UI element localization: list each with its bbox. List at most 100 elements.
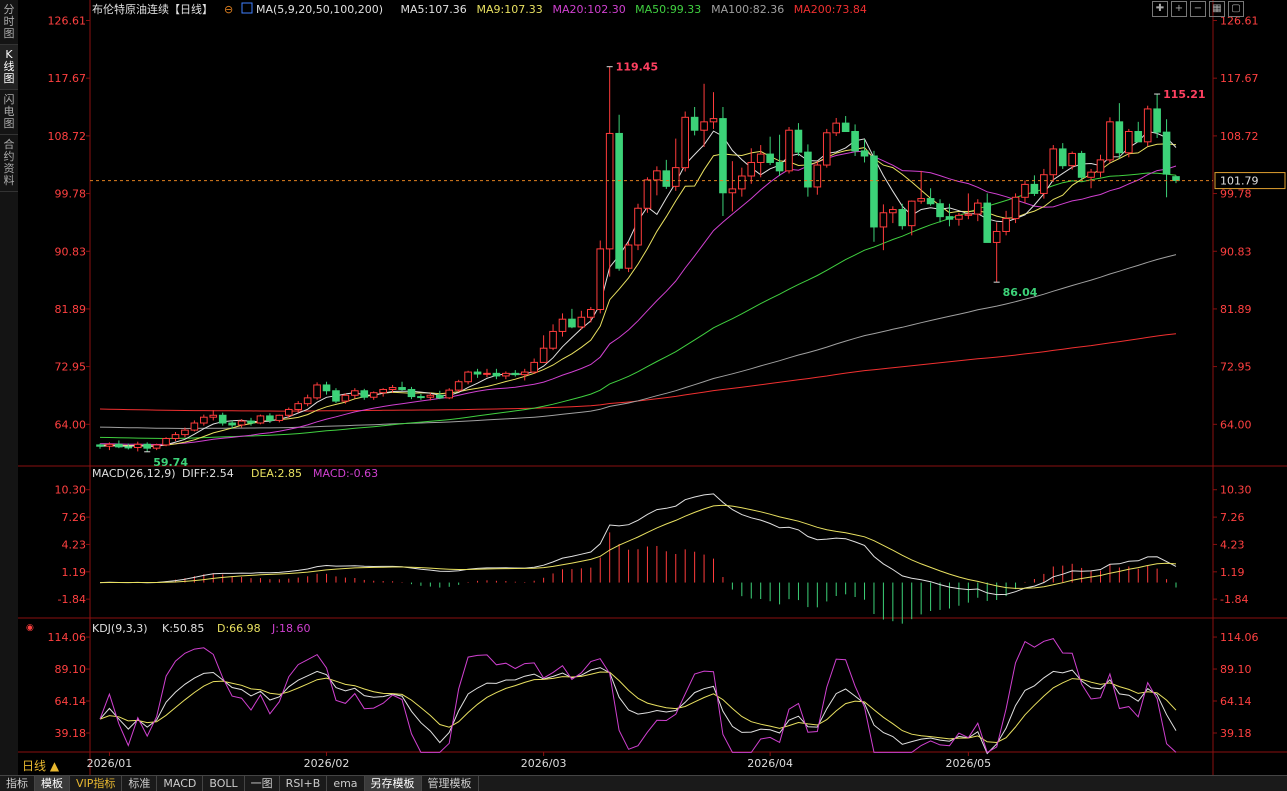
candle-body [445, 389, 454, 399]
tab-manage-templates[interactable]: 管理模板 [422, 776, 479, 791]
date-tick-label: 2026/03 [521, 757, 567, 770]
price-tick-label-left: 99.78 [55, 188, 87, 201]
candle-body [1106, 121, 1114, 161]
candle-body [841, 122, 850, 133]
candle-body [1040, 174, 1048, 194]
macd-title: MACD(26,12,9) [92, 467, 176, 480]
candle-body [417, 396, 425, 399]
candle-body [879, 212, 888, 228]
period-selector[interactable]: 日线 ▲ [22, 757, 59, 774]
window-icon[interactable]: ▢ [1228, 1, 1244, 17]
candle-body [1011, 196, 1020, 220]
candle-body [1030, 183, 1039, 194]
candle-body [351, 390, 359, 396]
ma-value-5: MA200:73.84 [794, 3, 867, 16]
ma-value-0: MA5:107.36 [401, 3, 467, 16]
candle-body [124, 446, 133, 449]
price-tick-label-right: 64.00 [1220, 418, 1252, 431]
layout-icon[interactable]: ▦ [1209, 1, 1225, 17]
candle-body [322, 384, 331, 392]
kdj-value-2: J:18.60 [271, 622, 310, 635]
tab-rsi-b[interactable]: RSI+B [280, 776, 328, 791]
macd-tick-label-left: 4.23 [62, 538, 87, 551]
candle-body [568, 318, 576, 328]
candle-body [822, 132, 831, 166]
tab-standard[interactable]: 标准 [122, 776, 158, 791]
candle-body [171, 434, 180, 439]
macd-value-0: DIFF:2.54 [182, 467, 234, 480]
candle-body [143, 443, 151, 449]
tab-indicators[interactable]: 指标 [0, 776, 35, 791]
candle-body [728, 188, 737, 194]
candle-body [955, 214, 963, 220]
candle-body [520, 371, 529, 376]
candle-body [756, 153, 765, 163]
candle-body [454, 381, 463, 391]
price-tick-label-left: 64.00 [55, 418, 87, 431]
macd-tick-label-left: 10.30 [55, 484, 87, 497]
candle-body [492, 372, 501, 377]
candle-body [407, 388, 416, 398]
zoom-out-icon[interactable]: − [1190, 1, 1206, 17]
date-tick-label: 2026/01 [87, 757, 133, 770]
kdj-tick-label-left: 39.18 [55, 727, 87, 740]
candle-body [1077, 152, 1086, 178]
candle-body [964, 213, 973, 216]
candle-body [332, 390, 340, 402]
candle-body [473, 371, 482, 375]
candle-body [115, 443, 123, 448]
candle-body [435, 394, 444, 399]
macd-tick-label-right: 7.26 [1220, 511, 1245, 524]
macd-tick-label-left: 1.19 [62, 566, 87, 579]
price-tick-label-left: 81.89 [55, 303, 87, 316]
candle-body [464, 371, 472, 383]
candle-body [105, 443, 114, 447]
crosshair-icon[interactable]: ✚ [1152, 1, 1168, 17]
tab-macd[interactable]: MACD [157, 776, 204, 791]
price-tick-label-right: 108.72 [1220, 130, 1259, 143]
macd-tick-label-right: 4.23 [1220, 538, 1245, 551]
ma-value-1: MA9:107.33 [477, 3, 543, 16]
candle-body [209, 414, 218, 418]
price-tick-label-left: 108.72 [48, 130, 87, 143]
tab-ema[interactable]: ema [327, 776, 365, 791]
price-tick-label-left: 117.67 [48, 72, 87, 85]
candle-body [275, 414, 284, 421]
zoom-in-icon[interactable]: + [1171, 1, 1187, 17]
candle-body [690, 116, 699, 131]
candle-body [549, 330, 557, 349]
candle-body [662, 170, 671, 187]
candle-body [530, 361, 538, 373]
candle-body [643, 179, 652, 209]
candle-body [341, 394, 350, 402]
candle-body [1153, 108, 1161, 133]
candle-body [539, 347, 548, 363]
candle-body [747, 161, 756, 177]
extreme-label-high: 115.21 [1163, 88, 1205, 101]
kdj-tick-label-right: 64.14 [1220, 695, 1252, 708]
tab-templates[interactable]: 模板 [35, 776, 70, 791]
candle-body [1162, 131, 1171, 175]
candle-body [973, 202, 982, 215]
candle-body [303, 397, 312, 405]
remove-icon: ⊖ [224, 3, 233, 16]
macd-tick-label-left: 7.26 [62, 511, 87, 524]
candle-body [671, 167, 680, 187]
candle-body [266, 415, 274, 421]
candle-body [917, 198, 925, 202]
kdj-tick-label-left: 114.06 [48, 631, 87, 644]
tab-one-chart[interactable]: 一图 [245, 776, 280, 791]
tab-vip-indicators[interactable]: VIP指标 [70, 776, 123, 791]
kdj-tick-label-left: 89.10 [55, 663, 87, 676]
candle-body [813, 164, 822, 188]
tab-boll[interactable]: BOLL [203, 776, 245, 791]
candle-body [1115, 121, 1124, 154]
candle-body [237, 420, 246, 426]
price-tick-label-right: 72.95 [1220, 361, 1252, 374]
kdj-tick-label-left: 64.14 [55, 695, 87, 708]
price-tick-label-right: 117.67 [1220, 72, 1259, 85]
candle-body [719, 118, 727, 194]
ma-value-2: MA20:102.30 [553, 3, 626, 16]
tab-save-template[interactable]: 另存模板 [364, 776, 422, 791]
candle-body [483, 372, 491, 375]
